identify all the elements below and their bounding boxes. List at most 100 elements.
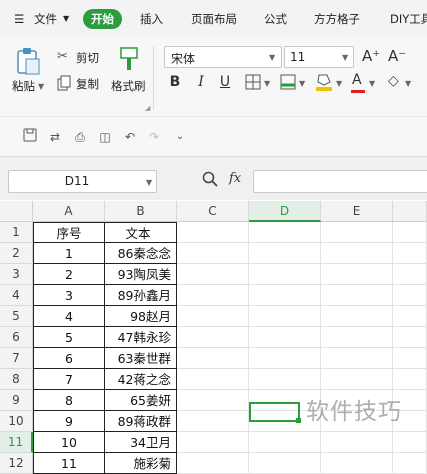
- print-icon[interactable]: ⎙: [71, 128, 89, 146]
- eraser-chevron-icon[interactable]: ▼: [405, 79, 411, 88]
- cell-f2[interactable]: [393, 243, 427, 264]
- fill-pattern-icon[interactable]: [280, 74, 296, 93]
- cell-e4[interactable]: [321, 285, 393, 306]
- cell-c8[interactable]: [177, 369, 249, 390]
- fill-color-chevron-icon[interactable]: ▼: [336, 79, 342, 88]
- font-color-button[interactable]: A: [352, 72, 362, 88]
- cell-b7[interactable]: 63秦世群: [105, 348, 177, 369]
- export-icon[interactable]: ⇄: [46, 128, 64, 146]
- row-header-2[interactable]: 2: [0, 243, 33, 264]
- bold-button[interactable]: B: [166, 73, 184, 91]
- cell-a7[interactable]: 6: [33, 348, 105, 369]
- fill-pattern-chevron-icon[interactable]: ▼: [299, 79, 305, 88]
- row-header-3[interactable]: 3: [0, 264, 33, 285]
- column-header-c[interactable]: C: [177, 201, 249, 222]
- cell-b9[interactable]: 65姜妍: [105, 390, 177, 411]
- eraser-icon[interactable]: ◇: [388, 73, 399, 89]
- copy-icon[interactable]: [57, 75, 71, 94]
- cell-b2[interactable]: 86秦念念: [105, 243, 177, 264]
- menu-insert-tab[interactable]: 插入: [140, 9, 163, 29]
- cell-f7[interactable]: [393, 348, 427, 369]
- row-header-6[interactable]: 6: [0, 327, 33, 348]
- name-box[interactable]: D11 ▼: [8, 170, 157, 193]
- menu-home-tab[interactable]: 开始: [83, 9, 122, 29]
- menu-diy-tab[interactable]: DIY工具: [390, 9, 427, 29]
- cell-e3[interactable]: [321, 264, 393, 285]
- cell-c3[interactable]: [177, 264, 249, 285]
- row-header-10[interactable]: 10: [0, 411, 33, 432]
- cell-b1[interactable]: 文本: [105, 222, 177, 243]
- column-header-d[interactable]: D: [249, 201, 321, 222]
- grow-font-icon[interactable]: A⁺: [362, 47, 380, 65]
- save-icon[interactable]: [21, 128, 39, 146]
- cell-c5[interactable]: [177, 306, 249, 327]
- menu-formula-tab[interactable]: 公式: [264, 9, 287, 29]
- cell-a9[interactable]: 8: [33, 390, 105, 411]
- row-header-4[interactable]: 4: [0, 285, 33, 306]
- cell-f3[interactable]: [393, 264, 427, 285]
- cell-e7[interactable]: [321, 348, 393, 369]
- cell-b4[interactable]: 89孙鑫月: [105, 285, 177, 306]
- clipboard-expand-icon[interactable]: ◢: [145, 104, 150, 112]
- cell-c2[interactable]: [177, 243, 249, 264]
- cell-c1[interactable]: [177, 222, 249, 243]
- cell-a10[interactable]: 9: [33, 411, 105, 432]
- file-chevron-icon[interactable]: ▼: [63, 9, 69, 29]
- cell-b3[interactable]: 93陶凤美: [105, 264, 177, 285]
- menu-page-layout-tab[interactable]: 页面布局: [191, 9, 237, 29]
- cell-a2[interactable]: 1: [33, 243, 105, 264]
- cell-d7[interactable]: [249, 348, 321, 369]
- select-all-corner[interactable]: [0, 201, 33, 222]
- fill-handle[interactable]: [296, 418, 301, 423]
- cell-a3[interactable]: 2: [33, 264, 105, 285]
- cell-d1[interactable]: [249, 222, 321, 243]
- row-header-9[interactable]: 9: [0, 390, 33, 411]
- cell-e5[interactable]: [321, 306, 393, 327]
- cell-c6[interactable]: [177, 327, 249, 348]
- cell-e11[interactable]: [321, 432, 393, 453]
- cell-d8[interactable]: [249, 369, 321, 390]
- formula-input[interactable]: [253, 170, 427, 193]
- cell-a6[interactable]: 5: [33, 327, 105, 348]
- cell-d6[interactable]: [249, 327, 321, 348]
- cell-b6[interactable]: 47韩永珍: [105, 327, 177, 348]
- cell-a8[interactable]: 7: [33, 369, 105, 390]
- cell-c11[interactable]: [177, 432, 249, 453]
- print-preview-icon[interactable]: ◫: [96, 128, 114, 146]
- cell-b5[interactable]: 98赵月: [105, 306, 177, 327]
- cell-a12[interactable]: 11: [33, 453, 105, 474]
- column-header-b[interactable]: B: [105, 201, 177, 222]
- cell-e12[interactable]: [321, 453, 393, 474]
- row-header-11[interactable]: 11: [0, 432, 33, 453]
- zoom-search-icon[interactable]: [202, 171, 218, 190]
- font-name-select[interactable]: 宋体 ▼: [164, 46, 282, 68]
- cell-f11[interactable]: [393, 432, 427, 453]
- menu-file[interactable]: 文件: [34, 9, 57, 29]
- cell-c7[interactable]: [177, 348, 249, 369]
- redo-icon[interactable]: ↷: [145, 128, 163, 146]
- customize-chevron-icon[interactable]: ⌄: [171, 128, 189, 146]
- undo-icon[interactable]: ↶: [121, 128, 139, 146]
- format-painter-icon[interactable]: [118, 46, 140, 74]
- cell-f12[interactable]: [393, 453, 427, 474]
- cell-c4[interactable]: [177, 285, 249, 306]
- cell-d2[interactable]: [249, 243, 321, 264]
- cell-b10[interactable]: 89蒋政群: [105, 411, 177, 432]
- paste-caret-icon[interactable]: ▼: [38, 82, 44, 91]
- cell-e8[interactable]: [321, 369, 393, 390]
- underline-button[interactable]: U: [216, 73, 234, 91]
- cell-e1[interactable]: [321, 222, 393, 243]
- cell-f8[interactable]: [393, 369, 427, 390]
- copy-button[interactable]: 复制: [76, 76, 99, 92]
- cut-button[interactable]: 剪切: [76, 50, 99, 66]
- cell-d3[interactable]: [249, 264, 321, 285]
- paste-button[interactable]: [14, 46, 42, 78]
- cell-e6[interactable]: [321, 327, 393, 348]
- cell-a11[interactable]: 10: [33, 432, 105, 453]
- column-header-f[interactable]: [393, 201, 427, 222]
- row-header-12[interactable]: 12: [0, 453, 33, 474]
- selected-cell-d11[interactable]: [249, 402, 300, 422]
- cell-f4[interactable]: [393, 285, 427, 306]
- column-header-e[interactable]: E: [321, 201, 393, 222]
- paste-label[interactable]: 粘贴: [12, 78, 35, 94]
